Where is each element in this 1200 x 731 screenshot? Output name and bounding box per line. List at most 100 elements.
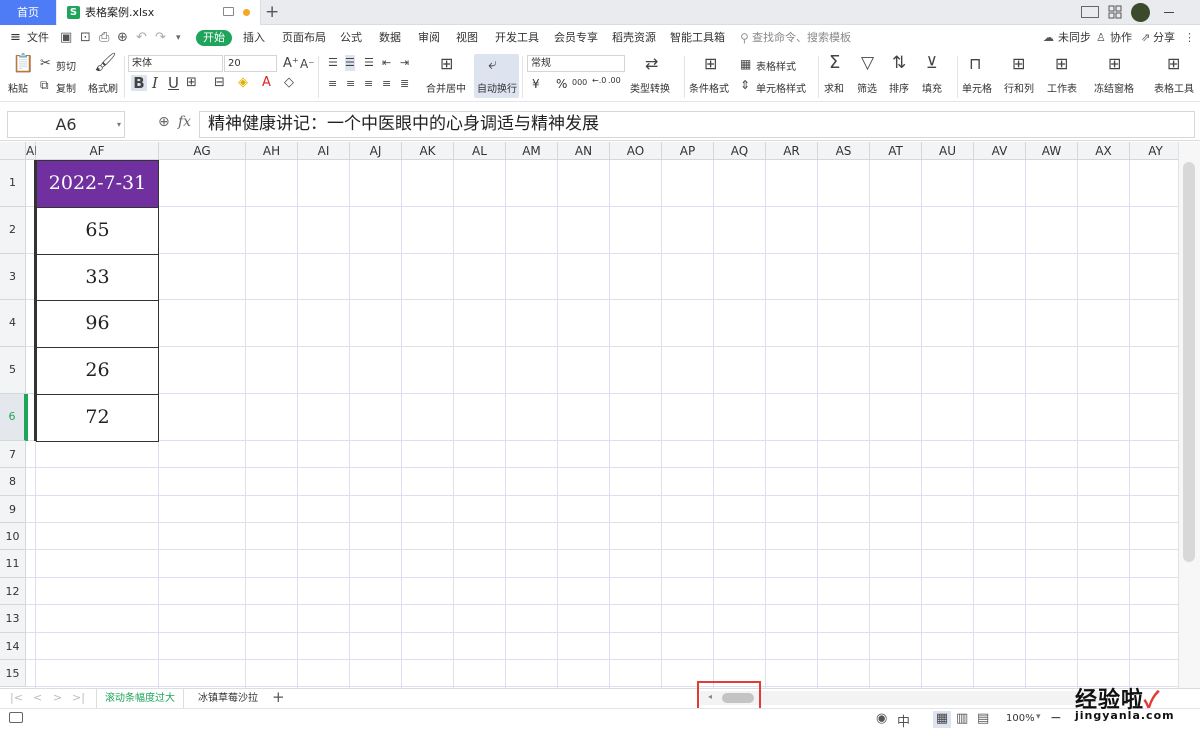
normal-view-icon[interactable]: ▦ [933, 711, 951, 728]
type-convert-button[interactable]: 类型转换 [630, 80, 670, 95]
tab-docer[interactable]: 稻壳资源 [612, 26, 656, 50]
cell-button[interactable]: 单元格 [962, 80, 992, 95]
wrap-text-button[interactable]: 自动换行 [477, 80, 517, 95]
value-cell[interactable]: 26 [36, 347, 159, 395]
chevron-down-icon[interactable]: ▾ [1036, 712, 1041, 722]
column-header-ae[interactable]: AE [26, 142, 42, 160]
search-icon[interactable]: ⚲ [740, 26, 749, 50]
column-header-an[interactable]: AN [558, 142, 610, 160]
vertical-scroll-thumb[interactable] [1183, 162, 1195, 562]
formula-input[interactable]: 精神健康讲记：一个中医眼中的心身调适与精神发展 [199, 111, 1195, 138]
tab-start[interactable]: 开始 [196, 30, 232, 46]
row-header-11[interactable]: 11 [0, 550, 26, 578]
avatar[interactable] [1131, 3, 1150, 22]
save-icon[interactable]: ▣ [60, 26, 72, 50]
tab-data[interactable]: 数据 [379, 26, 401, 50]
file-menu[interactable]: 文件 [27, 26, 49, 50]
font-name-select[interactable]: 宋体 [128, 55, 223, 72]
sync-status[interactable]: 未同步 [1058, 26, 1091, 50]
row-col-button[interactable]: 行和列 [1004, 80, 1034, 95]
preview-icon[interactable]: ⊕ [117, 26, 128, 50]
cell-style-button[interactable]: 单元格样式 [756, 80, 806, 95]
spreadsheet-grid[interactable]: AE AF AG AH AI AJ AK AL AM AN AO AP AQ AR AS AT AU AV AW AX… [0, 142, 1178, 688]
zoom-fx-icon[interactable]: ⊕ [158, 114, 170, 130]
column-header-as[interactable]: AS [818, 142, 870, 160]
minimize-icon[interactable] [1164, 12, 1174, 13]
row-header-12[interactable]: 12 [0, 577, 26, 606]
share-button[interactable]: 分享 [1153, 26, 1175, 50]
decrease-decimal-icon[interactable]: .00 [608, 76, 621, 85]
sheet-tab-active[interactable]: 滚动条幅度过大 [96, 689, 184, 708]
underline-button[interactable]: U [168, 75, 179, 91]
chevron-down-icon[interactable]: ▾ [117, 120, 121, 129]
tab-member[interactable]: 会员专享 [554, 26, 598, 50]
bold-button[interactable]: B [131, 75, 147, 91]
row-header-10[interactable]: 10 [0, 523, 26, 551]
search-input[interactable]: 查找命令、搜索模板 [752, 26, 851, 50]
eye-icon[interactable]: ◉ [876, 711, 887, 726]
conditional-format-button[interactable]: 条件格式 [689, 80, 729, 95]
monitor-icon[interactable] [223, 7, 234, 16]
file-tab[interactable]: S 表格案例.xlsx [57, 0, 261, 25]
column-header-aj[interactable]: AJ [350, 142, 402, 160]
prev-sheet-icon[interactable]: < [33, 691, 42, 704]
page-break-view-icon[interactable]: ▤ [977, 711, 989, 726]
font-size-select[interactable]: 20 [224, 55, 277, 72]
fx-icon[interactable]: fx [178, 114, 191, 130]
increase-decimal-icon[interactable]: ←.0 [592, 76, 606, 85]
export-icon[interactable]: ⊡ [80, 26, 91, 50]
hamburger-icon[interactable]: ≡ [10, 26, 21, 50]
align-left-icon[interactable]: ≡ [328, 76, 337, 92]
add-sheet-button[interactable]: + [272, 688, 285, 706]
row-header-4[interactable]: 4 [0, 300, 26, 348]
row-header-8[interactable]: 8 [0, 468, 26, 496]
merge-center-button[interactable]: 合并居中 [426, 80, 466, 95]
print-icon[interactable]: ⎙ [99, 26, 109, 50]
font-color-icon[interactable]: A [262, 75, 271, 91]
name-box[interactable]: A6 [7, 111, 125, 138]
sort-button[interactable]: 排序 [889, 80, 909, 95]
column-header-au[interactable]: AU [922, 142, 974, 160]
next-sheet-icon[interactable]: > [53, 691, 62, 704]
column-header-am[interactable]: AM [506, 142, 558, 160]
paste-icon[interactable]: 📋 [12, 55, 34, 73]
date-header-cell[interactable]: 2022-7-31 [36, 160, 159, 208]
row-header-6[interactable]: 6 [0, 394, 26, 441]
column-header-ao[interactable]: AO [610, 142, 662, 160]
redo-icon[interactable]: ↷ [155, 26, 166, 50]
home-tab[interactable]: 首页 [0, 0, 56, 25]
sum-button[interactable]: 求和 [824, 80, 844, 95]
value-cell[interactable]: 96 [36, 300, 159, 349]
filter-button[interactable]: 筛选 [857, 80, 877, 95]
last-sheet-icon[interactable]: >| [72, 691, 85, 704]
format-painter-button[interactable]: 格式刷 [88, 80, 118, 95]
tab-page-layout[interactable]: 页面布局 [282, 26, 326, 50]
fill-button[interactable]: 填充 [922, 80, 942, 95]
select-all-corner[interactable] [0, 142, 26, 160]
tab-insert[interactable]: 插入 [243, 26, 265, 50]
language-icon[interactable]: 中 [897, 711, 910, 730]
align-bottom-icon[interactable]: ☰ [364, 55, 374, 71]
value-cell[interactable]: 72 [36, 394, 159, 442]
cut-button[interactable]: 剪切 [56, 58, 76, 73]
border-icon[interactable]: ⊞ [186, 75, 197, 91]
thousands-button[interactable]: 000 [572, 78, 587, 87]
column-header-av[interactable]: AV [974, 142, 1026, 160]
layout-icon[interactable] [1081, 6, 1099, 18]
column-header-ap[interactable]: AP [662, 142, 714, 160]
align-top-icon[interactable]: ☰ [328, 55, 338, 71]
row-header-2[interactable]: 2 [0, 206, 26, 254]
merge-shape-icon[interactable]: ⊟ [214, 75, 225, 91]
worksheet-button[interactable]: 工作表 [1047, 80, 1077, 95]
tab-smart-tools[interactable]: 智能工具箱 [670, 26, 725, 50]
macro-icon[interactable] [9, 712, 23, 723]
sheet-tab[interactable]: 冰镇草莓沙拉 [190, 689, 266, 708]
tab-review[interactable]: 审阅 [418, 26, 440, 50]
row-header-3[interactable]: 3 [0, 253, 26, 301]
row-header-1[interactable]: 1 [0, 160, 26, 207]
row-header-7[interactable]: 7 [0, 440, 26, 469]
row-header-5[interactable]: 5 [0, 347, 26, 394]
justify-icon[interactable]: ≡ [382, 76, 391, 92]
column-header-aq[interactable]: AQ [714, 142, 766, 160]
row-header-14[interactable]: 14 [0, 632, 26, 660]
